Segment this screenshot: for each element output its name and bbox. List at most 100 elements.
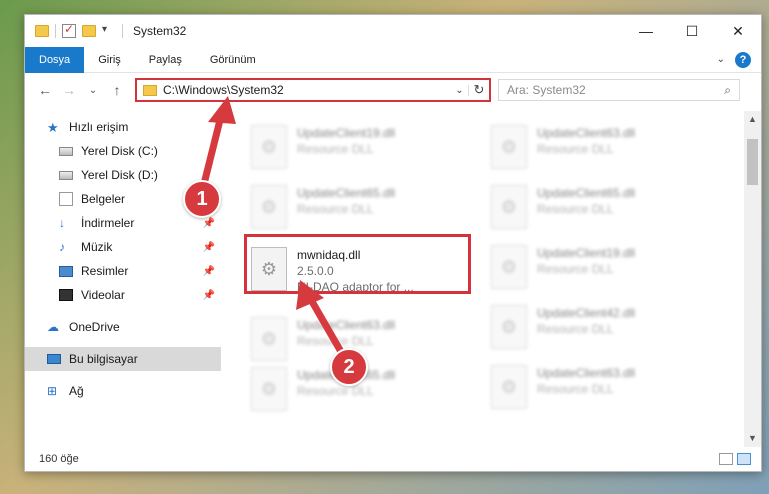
gear-file-icon: ⚙ bbox=[491, 245, 527, 289]
computer-icon bbox=[47, 354, 61, 364]
sidebar-item-label: Yerel Disk (C:) bbox=[81, 144, 158, 158]
view-switcher bbox=[719, 453, 751, 465]
folder-icon bbox=[35, 25, 49, 37]
minimize-button[interactable]: — bbox=[623, 15, 669, 47]
file-item[interactable]: ⚙ UpdateClient19.dll Resource DLL bbox=[485, 239, 710, 295]
disk-icon bbox=[59, 170, 73, 180]
sidebar-item-label: Yerel Disk (D:) bbox=[81, 168, 158, 182]
sidebar-item-label: OneDrive bbox=[69, 320, 120, 334]
star-icon: ★ bbox=[47, 120, 59, 135]
file-description: Resource DLL bbox=[537, 262, 614, 276]
explorer-window: ▾ System32 — ☐ ✕ Dosya Giriş Paylaş Görü… bbox=[24, 14, 762, 472]
cloud-icon: ☁ bbox=[47, 320, 59, 334]
sidebar-item-onedrive[interactable]: ☁ OneDrive bbox=[25, 315, 221, 339]
disk-icon bbox=[59, 146, 73, 156]
file-name: UpdateClient65.dll bbox=[537, 186, 636, 200]
file-name: UpdateClient63.dll bbox=[537, 366, 636, 380]
file-item[interactable]: ⚙ UpdateClient65.dll Resource DLL bbox=[245, 179, 470, 235]
videos-icon bbox=[59, 289, 73, 301]
tab-file[interactable]: Dosya bbox=[25, 46, 85, 73]
maximize-button[interactable]: ☐ bbox=[669, 15, 715, 47]
tab-home[interactable]: Giriş bbox=[84, 47, 135, 73]
ribbon-tabs: Dosya Giriş Paylaş Görünüm ⌄ ? bbox=[25, 46, 761, 73]
title-bar: ▾ System32 — ☐ ✕ bbox=[25, 15, 761, 47]
sidebar-item-music[interactable]: ♪ Müzik 📌 bbox=[25, 235, 221, 259]
back-button[interactable]: ← bbox=[33, 82, 57, 98]
file-description: Resource DLL bbox=[537, 202, 614, 216]
search-icon: ⌕ bbox=[724, 82, 731, 97]
gear-file-icon: ⚙ bbox=[491, 125, 527, 169]
chevron-down-icon[interactable]: ⌄ bbox=[451, 84, 469, 96]
sidebar-item-network[interactable]: ⊞ Ağ bbox=[25, 379, 221, 403]
pin-icon[interactable]: 📌 bbox=[203, 290, 215, 301]
file-name: UpdateClient65.dll bbox=[297, 186, 396, 200]
close-button[interactable]: ✕ bbox=[715, 15, 761, 47]
quick-access-toolbar: ▾ bbox=[25, 22, 123, 38]
gear-file-icon: ⚙ bbox=[251, 367, 287, 411]
tab-view[interactable]: Görünüm bbox=[196, 47, 270, 73]
file-item[interactable]: ⚙ UpdateClient19.dll Resource DLL bbox=[245, 119, 470, 175]
file-name: UpdateClient63.dll bbox=[537, 126, 636, 140]
documents-icon bbox=[59, 192, 73, 206]
sidebar-item-quick-access[interactable]: ★ Hızlı erişim bbox=[25, 115, 221, 139]
forward-button[interactable]: → bbox=[57, 82, 81, 98]
file-item[interactable]: ⚙ UpdateClient63.dll Resource DLL bbox=[485, 119, 710, 175]
gear-file-icon: ⚙ bbox=[491, 365, 527, 409]
address-bar[interactable]: C:\Windows\System32 ⌄ ↻ bbox=[135, 78, 491, 102]
navigation-pane: ★ Hızlı erişim Yerel Disk (C:) Yerel Dis… bbox=[25, 115, 221, 435]
search-input[interactable]: Ara: System32 ⌕ bbox=[498, 79, 740, 101]
help-icon[interactable]: ? bbox=[735, 51, 751, 68]
sidebar-item-label: Müzik bbox=[81, 240, 113, 254]
refresh-icon[interactable]: ↻ bbox=[469, 82, 489, 98]
file-name: UpdateClient19.dll bbox=[297, 126, 396, 140]
sidebar-item-label: Resimler bbox=[81, 264, 129, 278]
customize-toolbar-icon[interactable]: ▾ bbox=[102, 24, 116, 38]
file-description: Resource DLL bbox=[537, 142, 614, 156]
expand-ribbon-icon[interactable]: ⌄ bbox=[717, 54, 725, 65]
tab-share[interactable]: Paylaş bbox=[135, 47, 196, 73]
vertical-scrollbar[interactable]: ▲ ▼ bbox=[744, 111, 761, 447]
pin-icon[interactable]: 📌 bbox=[203, 242, 215, 253]
sidebar-item-this-pc[interactable]: Bu bilgisayar bbox=[25, 347, 221, 371]
scroll-up-icon[interactable]: ▲ bbox=[744, 111, 761, 128]
gear-file-icon: ⚙ bbox=[251, 125, 287, 169]
up-button[interactable]: ↑ bbox=[105, 82, 129, 98]
file-item[interactable]: ⚙ UpdateClient65.dll Resource DLL bbox=[485, 179, 710, 235]
file-name: UpdateClient63.dll bbox=[297, 318, 396, 332]
sidebar-item-videos[interactable]: Videolar 📌 bbox=[25, 283, 221, 307]
download-icon: ↓ bbox=[59, 216, 65, 230]
divider bbox=[55, 24, 56, 38]
file-name: UpdateClient19.dll bbox=[537, 246, 636, 260]
scroll-thumb[interactable] bbox=[747, 139, 758, 185]
file-description: Resource DLL bbox=[537, 322, 614, 336]
window-title: System32 bbox=[133, 24, 187, 38]
step-1-badge: 1 bbox=[183, 180, 221, 218]
window-controls: — ☐ ✕ bbox=[623, 15, 761, 47]
file-description: Resource DLL bbox=[297, 202, 374, 216]
gear-file-icon: ⚙ bbox=[491, 185, 527, 229]
details-view-icon[interactable] bbox=[719, 453, 733, 465]
sidebar-item-pictures[interactable]: Resimler 📌 bbox=[25, 259, 221, 283]
properties-icon[interactable] bbox=[62, 22, 76, 38]
folder-icon bbox=[143, 84, 157, 96]
network-icon: ⊞ bbox=[47, 384, 58, 398]
sidebar-item-label: Ağ bbox=[69, 384, 84, 398]
recent-locations-button[interactable]: ⌄ bbox=[81, 85, 105, 96]
pin-icon[interactable]: 📌 bbox=[203, 266, 215, 277]
gear-file-icon: ⚙ bbox=[491, 305, 527, 349]
scroll-down-icon[interactable]: ▼ bbox=[744, 430, 761, 447]
address-path[interactable]: C:\Windows\System32 bbox=[163, 83, 284, 97]
search-placeholder: Ara: System32 bbox=[507, 83, 586, 97]
file-item[interactable]: ⚙ UpdateClient42.dll Resource DLL bbox=[485, 299, 710, 355]
gear-file-icon: ⚙ bbox=[251, 317, 287, 361]
file-item[interactable]: ⚙ UpdateClient63.dll Resource DLL bbox=[485, 359, 710, 415]
file-description: Resource DLL bbox=[297, 142, 374, 156]
pin-icon[interactable]: 📌 bbox=[203, 218, 215, 229]
file-name: UpdateClient42.dll bbox=[537, 306, 636, 320]
sidebar-item-label: Bu bilgisayar bbox=[69, 352, 138, 366]
tiles-view-icon[interactable] bbox=[737, 453, 751, 465]
divider bbox=[122, 24, 123, 38]
sidebar-item-local-disk-c[interactable]: Yerel Disk (C:) bbox=[25, 139, 221, 163]
new-folder-icon[interactable] bbox=[82, 25, 96, 37]
file-description: Resource DLL bbox=[537, 382, 614, 396]
